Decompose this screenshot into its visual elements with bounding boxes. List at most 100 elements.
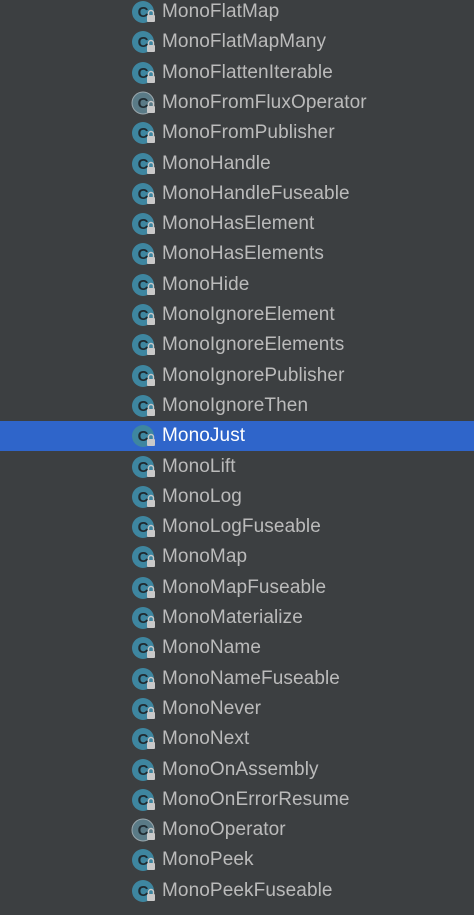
class-icon: C: [131, 696, 157, 722]
tree-item[interactable]: C MonoIgnoreElements: [0, 330, 474, 360]
tree-item[interactable]: C MonoMaterialize: [0, 603, 474, 633]
class-icon: C: [131, 363, 157, 389]
tree-item[interactable]: C MonoLift: [0, 452, 474, 482]
svg-text:C: C: [138, 216, 149, 233]
svg-text:C: C: [138, 489, 149, 506]
tree-item[interactable]: C MonoIgnoreThen: [0, 391, 474, 421]
tree-item-label: MonoOperator: [162, 819, 286, 841]
tree-item-label: MonoJust: [162, 425, 246, 447]
tree-item[interactable]: C MonoIgnoreElement: [0, 300, 474, 330]
class-icon: C: [131, 847, 157, 873]
tree-item-label: MonoMaterialize: [162, 607, 303, 628]
class-icon: C: [131, 726, 157, 752]
svg-text:C: C: [138, 156, 149, 173]
tree-item[interactable]: C MonoMapFuseable: [0, 573, 474, 603]
class-icon: C: [131, 272, 157, 298]
tree-item[interactable]: C MonoHandleFuseable: [0, 179, 474, 209]
tree-item-label: MonoIgnoreElements: [162, 334, 345, 356]
tree-item[interactable]: C MonoLog: [0, 482, 474, 512]
class-icon: C: [131, 302, 157, 328]
tree-item-label: MonoNameFuseable: [162, 667, 340, 689]
class-icon: C: [131, 151, 157, 177]
tree-item-label: MonoPeekFuseable: [162, 879, 333, 901]
tree-item-label: MonoLog: [162, 485, 242, 507]
svg-text:C: C: [138, 519, 149, 536]
svg-text:C: C: [138, 246, 149, 263]
tree-item-label: MonoOnAssembly: [162, 758, 319, 780]
tree-item[interactable]: C MonoPeekFuseable: [0, 876, 474, 906]
tree-item[interactable]: C MonoIgnorePublisher: [0, 361, 474, 391]
tree-item[interactable]: C MonoNext: [0, 724, 474, 754]
svg-text:C: C: [138, 65, 149, 82]
class-icon: C: [131, 211, 157, 237]
class-icon: C: [131, 423, 157, 449]
tree-item[interactable]: C MonoFlattenIterable: [0, 58, 474, 88]
tree-item-label: MonoIgnorePublisher: [162, 364, 345, 386]
svg-text:C: C: [138, 368, 149, 385]
svg-text:C: C: [138, 307, 149, 324]
class-icon: C: [131, 666, 157, 692]
class-icon: C: [131, 332, 157, 358]
tree-item[interactable]: C MonoOnErrorResume: [0, 785, 474, 815]
tree-item-label: MonoHide: [162, 273, 250, 295]
tree-item-label: MonoNever: [162, 697, 262, 719]
abstract-class-icon: C: [131, 817, 157, 843]
tree-item[interactable]: C MonoFromFluxOperator: [0, 88, 474, 118]
tree-item[interactable]: C MonoLogFuseable: [0, 512, 474, 542]
tree-item-label: MonoHasElement: [162, 213, 315, 235]
tree-item-label: MonoHandleFuseable: [162, 182, 350, 204]
tree-item-label: MonoFromPublisher: [162, 122, 335, 144]
tree-item[interactable]: C MonoMap: [0, 542, 474, 572]
class-icon: C: [131, 454, 157, 480]
svg-text:C: C: [138, 580, 149, 597]
class-icon: C: [131, 241, 157, 267]
tree-item-label: MonoLift: [162, 455, 236, 477]
abstract-class-icon: C: [131, 90, 157, 116]
class-icon: C: [131, 514, 157, 540]
class-icon: C: [131, 878, 157, 904]
tree-item[interactable]: C MonoHide: [0, 270, 474, 300]
tree-item-label: MonoOnErrorResume: [162, 788, 350, 810]
svg-text:C: C: [138, 640, 149, 657]
class-icon: C: [131, 575, 157, 601]
class-icon: C: [131, 635, 157, 661]
tree-item-label: MonoIgnoreElement: [162, 304, 335, 325]
tree-item[interactable]: C MonoOnAssembly: [0, 755, 474, 785]
tree-item-label: MonoMapFuseable: [162, 576, 327, 598]
svg-text:C: C: [138, 125, 149, 142]
tree-item[interactable]: C MonoName: [0, 633, 474, 663]
tree-item[interactable]: C MonoFromPublisher: [0, 118, 474, 148]
tree-item[interactable]: C MonoHasElements: [0, 239, 474, 269]
tree-item-label: MonoFlatMap: [162, 1, 280, 22]
svg-text:C: C: [138, 549, 149, 566]
tree-item-label: MonoHasElements: [162, 243, 325, 265]
tree-item[interactable]: C MonoPeek: [0, 845, 474, 875]
tree-item[interactable]: C MonoNever: [0, 694, 474, 724]
svg-text:C: C: [138, 883, 149, 900]
tree-item-label: MonoMap: [162, 546, 248, 568]
svg-text:C: C: [138, 671, 149, 688]
tree-item-label: MonoIgnoreThen: [162, 394, 309, 416]
tree-item-label: MonoFlattenIterable: [162, 61, 333, 83]
tree-item[interactable]: C MonoJust: [0, 421, 474, 452]
svg-text:C: C: [138, 186, 149, 203]
svg-text:C: C: [138, 4, 149, 21]
svg-text:C: C: [138, 822, 149, 839]
tree-item[interactable]: C MonoHasElement: [0, 209, 474, 239]
tree-item[interactable]: C MonoOperator: [0, 815, 474, 845]
svg-text:C: C: [138, 34, 149, 51]
class-icon: C: [131, 787, 157, 813]
tree-item-label: MonoName: [162, 637, 262, 659]
project-tree[interactable]: C MonoFlatMap C MonoFlatMapMany C MonoFlatten…: [0, 0, 474, 915]
tree-item[interactable]: C MonoFlatMapMany: [0, 27, 474, 57]
class-icon: C: [131, 181, 157, 207]
tree-item[interactable]: C MonoNameFuseable: [0, 664, 474, 694]
svg-text:C: C: [138, 701, 149, 718]
tree-item[interactable]: C MonoFlatMap: [0, 0, 474, 27]
svg-text:C: C: [138, 95, 149, 112]
class-icon: C: [131, 484, 157, 510]
svg-text:C: C: [138, 277, 149, 294]
tree-item[interactable]: C MonoHandle: [0, 149, 474, 179]
class-icon: C: [131, 544, 157, 570]
class-icon: C: [131, 757, 157, 783]
